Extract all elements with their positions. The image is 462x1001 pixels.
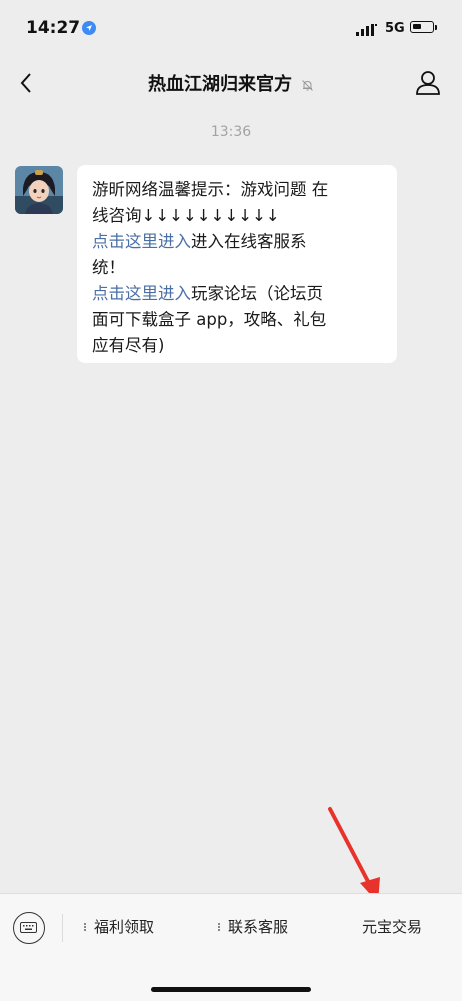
menu-item-contact-service[interactable]: 联系客服 — [218, 916, 288, 937]
profile-button[interactable] — [410, 66, 446, 100]
avatar[interactable] — [15, 166, 63, 214]
chat-title: 热血江湖归来官方 — [147, 74, 292, 95]
back-button[interactable] — [12, 66, 46, 100]
message-line: 点击这里进入玩家论坛（论坛页 — [92, 281, 383, 307]
menu-item-yuanbao-trade[interactable]: 元宝交易 — [362, 916, 422, 937]
battery-icon — [410, 21, 434, 33]
menu-item-welfare[interactable]: 福利领取 — [84, 916, 154, 937]
message-text: 进入在线客服系 — [191, 232, 307, 251]
keyboard-icon — [20, 922, 37, 933]
menu-item-label: 元宝交易 — [362, 918, 423, 936]
customer-service-link[interactable]: 点击这里进入 — [92, 232, 191, 251]
message-bubble: 游昕网络温馨提示：游戏问题 在 线咨询↓↓↓↓↓↓↓↓↓↓ 点击这里进入进入在线… — [77, 165, 397, 363]
message-timestamp: 13:36 — [210, 124, 252, 140]
chevron-left-icon — [20, 73, 31, 93]
message-line: 游昕网络温馨提示：游戏问题 在 — [92, 180, 329, 199]
muted-bell-icon — [302, 80, 313, 91]
location-icon — [82, 21, 96, 35]
message-text: 玩家论坛（论坛页 — [191, 284, 323, 303]
menu-item-label: 联系客服 — [228, 918, 289, 936]
signal-icon — [356, 24, 377, 36]
home-indicator[interactable] — [151, 987, 311, 992]
battery-tip — [435, 25, 437, 30]
message-line: 应有尽有) — [92, 336, 165, 355]
bottom-menu-bar: 福利领取 联系客服 元宝交易 — [0, 893, 462, 1001]
menu-divider — [62, 914, 63, 942]
submenu-icon — [84, 922, 88, 932]
person-icon — [416, 71, 440, 95]
keyboard-toggle-button[interactable] — [13, 912, 45, 944]
message-line: 统！ — [92, 258, 125, 277]
message-line: 线咨询↓↓↓↓↓↓↓↓↓↓ — [92, 206, 280, 225]
message-line: 点击这里进入进入在线客服系 — [92, 229, 383, 255]
status-time: 14:27 — [26, 18, 81, 38]
menu-item-label: 福利领取 — [94, 918, 155, 936]
message-line: 面可下载盒子 app，攻略、礼包 — [92, 310, 327, 329]
forum-link[interactable]: 点击这里进入 — [92, 284, 191, 303]
nav-bar: 热血江湖归来官方 — [0, 58, 462, 108]
submenu-icon — [218, 922, 222, 932]
status-bar: 14:27 5G — [0, 0, 462, 58]
network-type: 5G — [385, 21, 405, 36]
nav-title-wrap: 热血江湖归来官方 — [60, 70, 402, 96]
annotation-arrow-icon — [328, 807, 380, 903]
